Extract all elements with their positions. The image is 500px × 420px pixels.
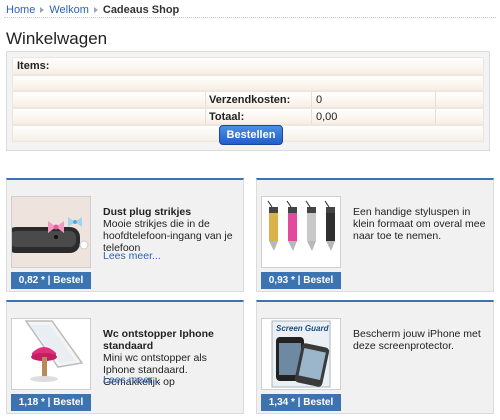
cell-divider <box>205 109 206 124</box>
plunger-phone-stand-icon <box>12 319 90 389</box>
cell-divider <box>311 92 312 107</box>
product-description: Bescherm jouw iPhone met deze screenprot… <box>353 328 481 352</box>
screen-guard-brand-text: Screen Guard <box>276 324 330 333</box>
product-image[interactable] <box>261 196 341 268</box>
read-more-link[interactable]: Lees meer... <box>103 374 161 386</box>
product-image[interactable]: Screen Guard <box>261 318 341 390</box>
cart-items-row: Items: <box>12 57 484 75</box>
order-now-button[interactable]: 0,93 * | Bestel Nu! <box>261 272 341 303</box>
stylus-pens-icon <box>262 197 340 267</box>
product-card: 0,82 * | Bestel Nu! Dust plug strikjes M… <box>6 178 244 303</box>
cart-empty-row <box>12 75 484 91</box>
breadcrumb-separator-icon <box>40 7 45 13</box>
breadcrumb-welcome-link[interactable]: Welkom <box>49 4 89 16</box>
product-card: 0,93 * | Bestel Nu! Een handige styluspe… <box>256 178 494 303</box>
breadcrumb-home-link[interactable]: Home <box>6 4 35 16</box>
shipping-value: 0 <box>316 93 323 106</box>
product-description: Een handige styluspen in klein formaat o… <box>353 206 486 242</box>
total-value: 0,00 <box>316 110 338 123</box>
product-name[interactable]: Wc ontstopper Iphone standaard <box>103 328 241 352</box>
phone-dust-plug-bows-icon <box>12 197 90 267</box>
cart-shipping-row: Verzendkosten: 0 <box>12 91 484 108</box>
order-now-button[interactable]: 0,82 * | Bestel Nu! <box>11 272 91 303</box>
cell-divider <box>205 92 206 107</box>
breadcrumb: Home Welkom Cadeaus Shop <box>6 3 179 17</box>
breadcrumb-current: Cadeaus Shop <box>102 4 180 16</box>
cell-divider <box>311 109 312 124</box>
cell-divider <box>435 92 436 107</box>
product-image[interactable] <box>11 196 91 268</box>
breadcrumb-separator-icon <box>93 7 98 13</box>
product-description: Mooie strikjes die in de hoofdtelefoon-i… <box>103 218 233 254</box>
total-label: Totaal: <box>209 110 245 123</box>
product-card: 1,18 * | Bestel Nu! Wc ontstopper Iphone… <box>6 300 244 420</box>
product-grid: 0,82 * | Bestel Nu! Dust plug strikjes M… <box>6 178 494 420</box>
product-card: Screen Guard 1,34 * | Bestel Nu! Bescher… <box>256 300 494 420</box>
shipping-label: Verzendkosten: <box>209 93 291 106</box>
cart-panel: Items: Verzendkosten: 0 Totaal: 0,00 Bes… <box>6 51 490 151</box>
order-button[interactable]: Bestellen <box>219 125 283 145</box>
items-label: Items: <box>17 60 50 72</box>
read-more-link[interactable]: Lees meer... <box>103 250 161 262</box>
screen-guard-icon: Screen Guard <box>262 319 340 389</box>
product-image[interactable] <box>11 318 91 390</box>
dotted-divider <box>4 17 496 18</box>
order-now-button[interactable]: 1,34 * | Bestel Nu! <box>261 394 341 420</box>
cart-total-row: Totaal: 0,00 <box>12 108 484 125</box>
order-now-button[interactable]: 1,18 * | Bestel Nu! <box>11 394 91 420</box>
product-name[interactable]: Dust plug strikjes <box>103 206 241 218</box>
page-title: Winkelwagen <box>6 29 108 48</box>
cell-divider <box>435 109 436 124</box>
